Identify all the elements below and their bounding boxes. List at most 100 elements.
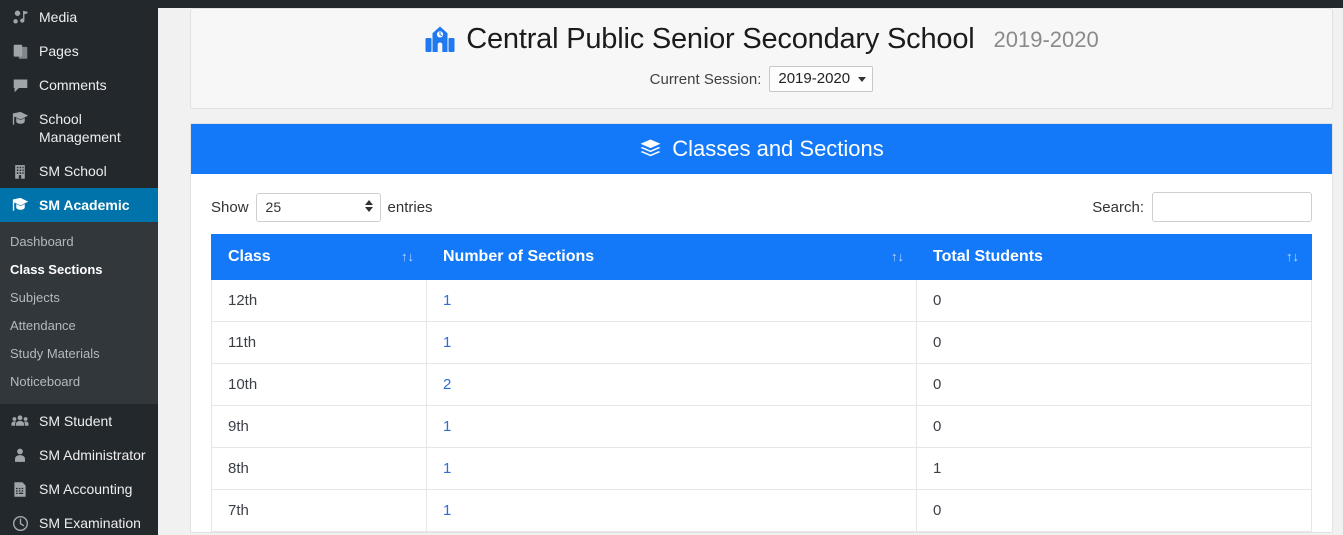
invoice-icon bbox=[10, 480, 30, 498]
cell-students: 0 bbox=[916, 489, 1312, 532]
sidebar-item-label: SM Administrator bbox=[39, 447, 146, 463]
graduation-cap-icon bbox=[10, 110, 30, 128]
cell-sections: 1 bbox=[426, 279, 917, 322]
cell-students: 0 bbox=[916, 363, 1312, 406]
page-title: Central Public Senior Secondary School 2… bbox=[201, 23, 1322, 56]
sort-icon[interactable]: ↑↓ bbox=[401, 249, 414, 265]
cell-sections: 1 bbox=[426, 405, 917, 448]
sections-link[interactable]: 1 bbox=[443, 418, 451, 435]
panel-title: Classes and Sections bbox=[672, 136, 884, 161]
sidebar-item-label: SM Examination bbox=[39, 515, 141, 531]
main-content: Central Public Senior Secondary School 2… bbox=[158, 8, 1343, 535]
session-selector-row: Current Session: 2019-2020 bbox=[201, 66, 1322, 92]
classes-sections-panel: Classes and Sections Show 25 entries Sea… bbox=[190, 123, 1333, 533]
sidebar-item-sm-administrator[interactable]: SM Administrator bbox=[0, 438, 158, 472]
sidebar-submenu-sm-academic: Dashboard Class Sections Subjects Attend… bbox=[0, 222, 158, 404]
sidebar-subitem-subjects[interactable]: Subjects bbox=[0, 284, 158, 312]
column-label: Total Students bbox=[933, 248, 1043, 265]
sidebar-item-school-management[interactable]: School Management bbox=[0, 102, 158, 154]
sections-link[interactable]: 1 bbox=[443, 460, 451, 477]
cell-class: 7th bbox=[211, 489, 427, 532]
cell-sections: 1 bbox=[426, 447, 917, 490]
sidebar-item-label: Media bbox=[39, 9, 78, 25]
session-select[interactable]: 2019-2020 bbox=[769, 66, 874, 92]
sidebar-subitem-study-materials[interactable]: Study Materials bbox=[0, 340, 158, 368]
users-icon bbox=[10, 412, 30, 430]
sidebar-item-sm-accounting[interactable]: SM Accounting bbox=[0, 472, 158, 506]
column-header-number-of-sections[interactable]: Number of Sections ↑↓ bbox=[426, 234, 917, 280]
sidebar-item-label: Comments bbox=[39, 77, 107, 93]
sidebar-item-comments[interactable]: Comments bbox=[0, 68, 158, 102]
sidebar-item-label: School Management bbox=[39, 111, 121, 145]
sidebar-item-sm-school[interactable]: SM School bbox=[0, 154, 158, 188]
sidebar-subitem-class-sections[interactable]: Class Sections bbox=[0, 256, 158, 284]
table-row: 7th 1 0 bbox=[211, 489, 1312, 532]
comments-icon bbox=[10, 76, 30, 94]
column-header-total-students[interactable]: Total Students ↑↓ bbox=[916, 234, 1312, 280]
sections-link[interactable]: 1 bbox=[443, 502, 451, 519]
table-body: 12th 1 0 11th 1 0 10th 2 0 9th 1 0 8th 1… bbox=[211, 279, 1312, 532]
entries-select[interactable]: 25 bbox=[255, 192, 381, 222]
sections-link[interactable]: 1 bbox=[443, 292, 451, 309]
sidebar-item-sm-academic[interactable]: SM Academic bbox=[0, 188, 158, 222]
user-icon bbox=[10, 446, 30, 464]
panel-body: Show 25 entries Search: Class ↑↓ Number … bbox=[191, 174, 1332, 532]
building-icon bbox=[10, 162, 30, 180]
sidebar-item-sm-student[interactable]: SM Student bbox=[0, 404, 158, 438]
column-label: Class bbox=[228, 248, 271, 265]
panel-header: Classes and Sections bbox=[191, 124, 1332, 174]
sidebar-item-label: SM School bbox=[39, 163, 107, 179]
pages-icon bbox=[10, 42, 30, 60]
table-row: 10th 2 0 bbox=[211, 363, 1312, 406]
table-row: 11th 1 0 bbox=[211, 321, 1312, 364]
table-header-row: Class ↑↓ Number of Sections ↑↓ Total Stu… bbox=[211, 234, 1312, 280]
cell-sections: 1 bbox=[426, 321, 917, 364]
table-head: Class ↑↓ Number of Sections ↑↓ Total Stu… bbox=[211, 234, 1312, 280]
table-row: 8th 1 1 bbox=[211, 447, 1312, 490]
cell-students: 0 bbox=[916, 405, 1312, 448]
sort-icon[interactable]: ↑↓ bbox=[891, 249, 904, 265]
entries-label: entries bbox=[387, 198, 433, 216]
sections-link[interactable]: 2 bbox=[443, 376, 451, 393]
sidebar-item-label: SM Accounting bbox=[39, 481, 133, 497]
school-session-year: 2019-2020 bbox=[993, 26, 1099, 52]
media-icon bbox=[10, 8, 30, 26]
sidebar-item-label: SM Student bbox=[39, 413, 113, 429]
cell-class: 10th bbox=[211, 363, 427, 406]
cell-students: 0 bbox=[916, 279, 1312, 322]
sidebar-subitem-noticeboard[interactable]: Noticeboard bbox=[0, 368, 158, 396]
show-label: Show bbox=[211, 198, 249, 216]
sidebar-item-pages[interactable]: Pages bbox=[0, 34, 158, 68]
cell-students: 1 bbox=[916, 447, 1312, 490]
column-label: Number of Sections bbox=[443, 248, 595, 265]
cell-class: 9th bbox=[211, 405, 427, 448]
cell-class: 8th bbox=[211, 447, 427, 490]
sidebar-subitem-dashboard[interactable]: Dashboard bbox=[0, 228, 158, 256]
admin-page: Media Pages Comments School Management S… bbox=[0, 0, 1343, 535]
sort-icon[interactable]: ↑↓ bbox=[1286, 249, 1299, 265]
table-row: 12th 1 0 bbox=[211, 279, 1312, 322]
sidebar-item-media[interactable]: Media bbox=[0, 0, 158, 34]
sections-link[interactable]: 1 bbox=[443, 334, 451, 351]
search-label: Search: bbox=[1092, 198, 1144, 216]
search-input[interactable] bbox=[1152, 192, 1312, 222]
classes-table: Class ↑↓ Number of Sections ↑↓ Total Stu… bbox=[211, 234, 1312, 532]
search-control: Search: bbox=[1092, 192, 1312, 222]
layers-icon bbox=[639, 138, 662, 161]
entries-select-wrapper: 25 bbox=[255, 192, 381, 222]
cell-sections: 2 bbox=[426, 363, 917, 406]
school-name: Central Public Senior Secondary School bbox=[466, 23, 975, 55]
school-building-icon bbox=[424, 24, 456, 56]
column-header-class[interactable]: Class ↑↓ bbox=[211, 234, 427, 280]
top-bar bbox=[0, 0, 1343, 8]
show-entries-control: Show 25 entries bbox=[211, 192, 433, 222]
clock-icon bbox=[10, 514, 30, 532]
sidebar-item-sm-examination[interactable]: SM Examination bbox=[0, 506, 158, 535]
session-label: Current Session: bbox=[649, 70, 762, 88]
session-select-wrapper: 2019-2020 bbox=[769, 66, 874, 92]
table-controls: Show 25 entries Search: bbox=[211, 188, 1312, 234]
sidebar-subitem-attendance[interactable]: Attendance bbox=[0, 312, 158, 340]
sidebar-item-label: SM Academic bbox=[39, 197, 130, 213]
sidebar-item-label: Pages bbox=[39, 43, 79, 59]
cell-students: 0 bbox=[916, 321, 1312, 364]
